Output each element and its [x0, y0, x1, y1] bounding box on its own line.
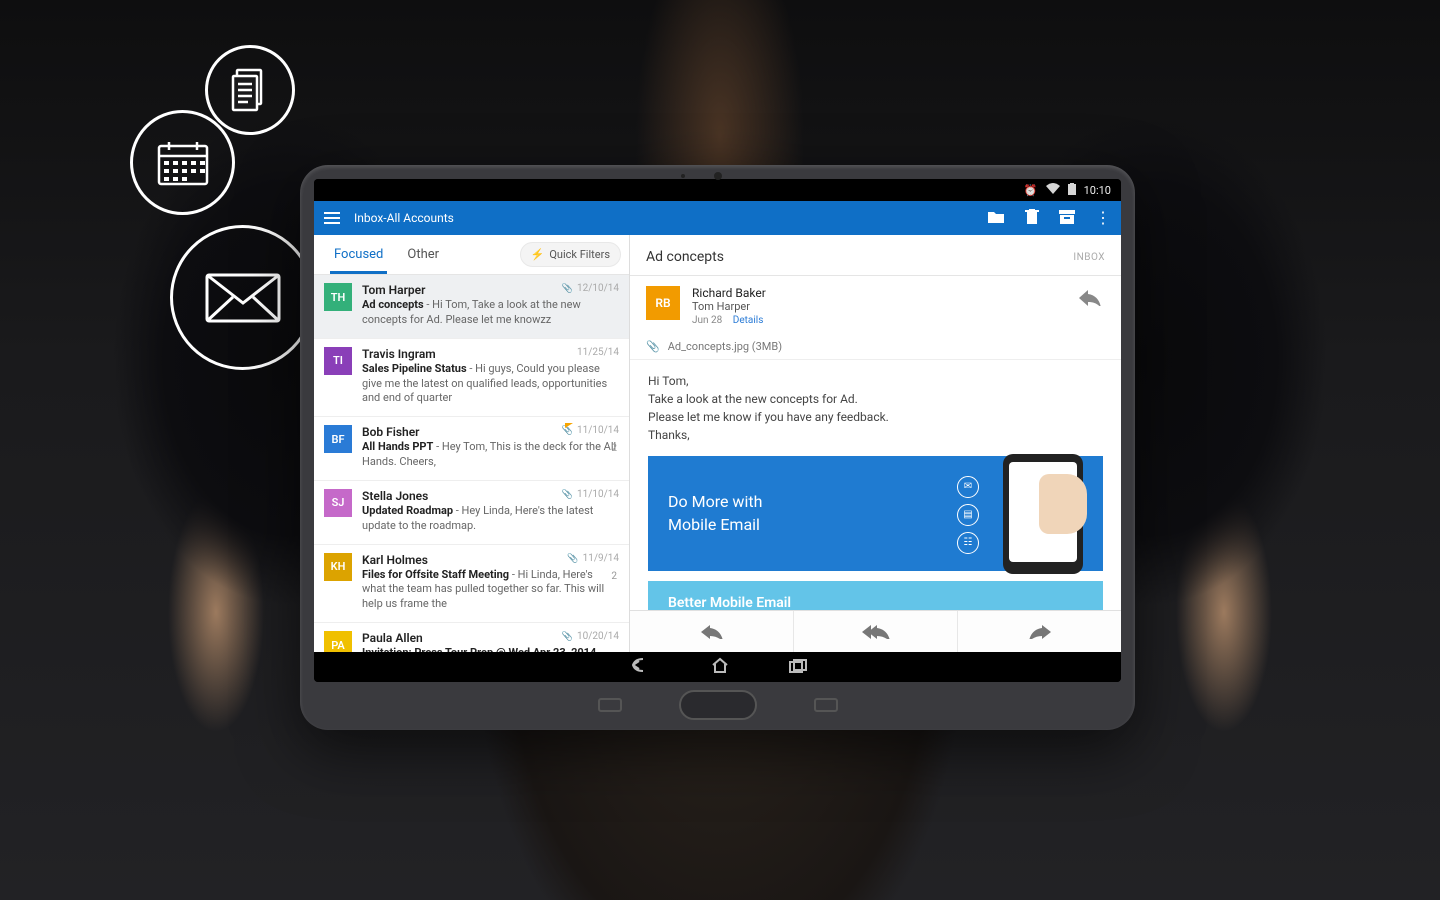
mini-doc-icon: ▤ [957, 504, 979, 526]
message-date: 11/9/14 [567, 553, 619, 564]
alarm-icon: ⏰ [1024, 184, 1038, 197]
mail-icon [170, 225, 315, 370]
email-subject: Ad concepts [646, 249, 724, 265]
ad-card-2: Better Mobile Email Focus on what matter… [648, 581, 1103, 610]
quick-filters-button[interactable]: ⚡ Quick Filters [520, 242, 621, 267]
details-link[interactable]: Details [733, 315, 764, 326]
email-date-row: Jun 28 Details [692, 315, 766, 326]
reply-button[interactable] [630, 611, 794, 652]
message-row[interactable]: SJStella JonesUpdated Roadmap - Hey Lind… [314, 481, 629, 545]
sender-avatar: RB [646, 286, 680, 320]
reply-all-button[interactable] [794, 611, 958, 652]
body-greeting: Hi Tom, [648, 372, 1103, 390]
avatar: TI [324, 347, 352, 375]
android-statusbar: ⏰ 10:10 [314, 179, 1121, 201]
card2-line1: Better Mobile Email [668, 593, 1083, 610]
message-preview: Invitation: Press Tour Prep @ Wed Apr 23… [362, 646, 619, 652]
tab-focused[interactable]: Focused [322, 235, 395, 274]
home-button[interactable] [679, 690, 757, 720]
trash-icon[interactable] [1025, 209, 1039, 228]
paperclip-icon [567, 553, 578, 564]
paperclip-icon [562, 631, 573, 642]
message-preview: Sales Pipeline Status - Hi guys, Could y… [362, 362, 619, 407]
email-date: Jun 28 [692, 315, 722, 326]
avatar: KH [324, 553, 352, 581]
paperclip-icon: 📎 [646, 340, 660, 353]
mini-mail-icon: ✉ [957, 476, 979, 498]
nav-recents-icon[interactable] [789, 658, 807, 677]
message-row[interactable]: TITravis IngramSales Pipeline Status - H… [314, 339, 629, 418]
message-row[interactable]: KHKarl HolmesFiles for Offsite Staff Mee… [314, 545, 629, 624]
email-subject-row: Ad concepts INBOX [630, 235, 1121, 276]
email-from: Richard Baker [692, 286, 766, 300]
message-date: 11/10/14 [562, 425, 619, 436]
avatar: PA [324, 631, 352, 652]
wifi-icon [1046, 183, 1060, 197]
calendar-icon [130, 110, 235, 215]
email-to: Tom Harper [692, 300, 766, 313]
message-list-pane: Focused Other ⚡ Quick Filters THTom Harp… [314, 235, 630, 652]
email-body: Hi Tom, Take a look at the new concepts … [630, 360, 1121, 610]
paperclip-icon [562, 283, 573, 294]
recent-apps-button[interactable] [598, 698, 622, 712]
android-navbar [314, 652, 1121, 682]
body-signature: Thanks, [648, 426, 1103, 444]
nav-home-icon[interactable] [711, 657, 729, 677]
ad-card-1: Do More with Mobile Email ✉ ▤ ☷ [648, 456, 1103, 571]
message-list[interactable]: THTom HarperAd concepts - Hi Tom, Take a… [314, 275, 629, 652]
tab-other[interactable]: Other [395, 235, 451, 274]
list-tabs: Focused Other ⚡ Quick Filters [314, 235, 629, 275]
quick-filters-label: Quick Filters [549, 248, 610, 261]
avatar: TH [324, 283, 352, 311]
message-preview: Ad concepts - Hi Tom, Take a look at the… [362, 298, 619, 328]
appbar-title: Inbox-All Accounts [354, 211, 973, 225]
archive-icon[interactable] [1059, 210, 1075, 227]
message-row[interactable]: PAPaula AllenInvitation: Press Tour Prep… [314, 623, 629, 652]
message-date: 10/20/14 [562, 631, 619, 642]
battery-icon [1068, 183, 1076, 198]
menu-button[interactable] [324, 212, 340, 224]
screen: ⏰ 10:10 Inbox-All Accounts [314, 179, 1121, 682]
avatar: BF [324, 425, 352, 453]
message-preview: All Hands PPT - Hey Tom, This is the dec… [362, 440, 619, 470]
card1-line1: Do More with [668, 491, 762, 513]
message-date: 12/10/14 [562, 283, 619, 294]
folder-badge: INBOX [1073, 252, 1105, 263]
document-icon [205, 45, 295, 135]
reading-pane: Ad concepts INBOX RB Richard Baker Tom H… [630, 235, 1121, 652]
email-header: RB Richard Baker Tom Harper Jun 28 Detai… [630, 276, 1121, 334]
mini-cal-icon: ☷ [957, 532, 979, 554]
main-split: Focused Other ⚡ Quick Filters THTom Harp… [314, 235, 1121, 652]
forward-button[interactable] [958, 611, 1121, 652]
hand-illustration [1039, 474, 1087, 534]
body-line-2: Please let me know if you have any feedb… [648, 408, 1103, 426]
message-date: 11/25/14 [577, 347, 619, 358]
nav-back-icon[interactable] [629, 657, 651, 677]
message-row[interactable]: BFBob FisherAll Hands PPT - Hey Tom, Thi… [314, 417, 629, 481]
folder-icon[interactable] [987, 210, 1005, 227]
avatar: SJ [324, 489, 352, 517]
message-row[interactable]: THTom HarperAd concepts - Hi Tom, Take a… [314, 275, 629, 339]
body-line-1: Take a look at the new concepts for Ad. [648, 390, 1103, 408]
message-date: 11/10/14 [562, 489, 619, 500]
clock-text: 10:10 [1084, 184, 1111, 197]
paperclip-icon [562, 425, 573, 436]
reply-icon[interactable] [1079, 290, 1101, 310]
attachment-name: Ad_concepts.jpg (3MB) [668, 340, 782, 353]
message-thread-count: 2 [611, 571, 617, 582]
bolt-icon: ⚡ [531, 248, 545, 261]
paperclip-icon [562, 489, 573, 500]
appbar: Inbox-All Accounts ⋮ [314, 201, 1121, 235]
message-preview: Files for Offsite Staff Meeting - Hi Lin… [362, 568, 619, 613]
reply-action-bar [630, 610, 1121, 652]
back-button[interactable] [814, 698, 838, 712]
tablet-frame: ⏰ 10:10 Inbox-All Accounts [300, 165, 1135, 730]
card1-line2: Mobile Email [668, 514, 762, 536]
message-preview: Updated Roadmap - Hey Linda, Here's the … [362, 504, 619, 534]
card-mini-icons: ✉ ▤ ☷ [957, 476, 979, 554]
attachment-row[interactable]: 📎 Ad_concepts.jpg (3MB) [630, 334, 1121, 360]
message-thread-count: 2 [611, 443, 617, 454]
